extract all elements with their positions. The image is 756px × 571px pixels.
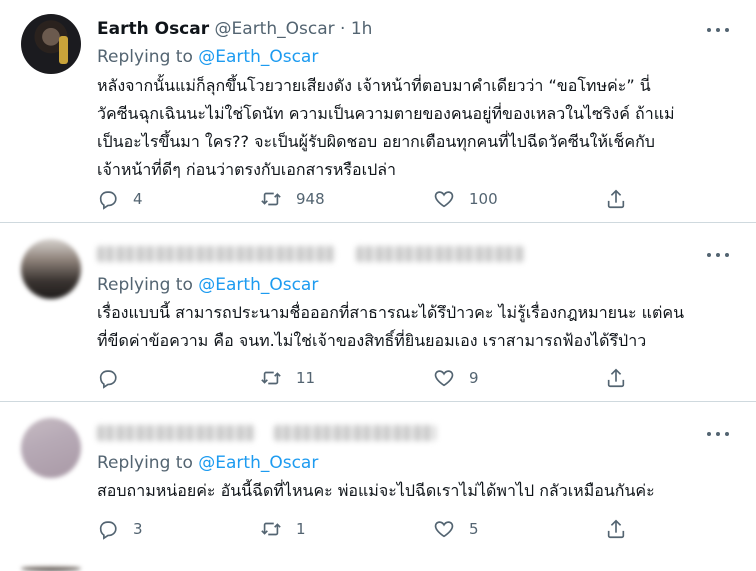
like-button[interactable]: 100 xyxy=(433,187,498,211)
avatar[interactable] xyxy=(21,418,81,478)
share-icon xyxy=(607,519,625,539)
blurred-display-name xyxy=(97,246,335,262)
avatar[interactable] xyxy=(21,239,81,299)
tweet-text-line: วัคซีนฉุกเฉินนะไม่ใช่โดนัท ความเป็นความต… xyxy=(97,104,675,123)
retweet-icon xyxy=(261,371,281,385)
reply-mention-link[interactable]: @Earth_Oscar xyxy=(198,453,318,473)
heart-icon xyxy=(434,370,454,387)
blurred-handle xyxy=(274,425,437,441)
tweet-text-line: สอบถามหน่อยค่ะ อันนี้ฉีดที่ไหนคะ พ่อแม่จ… xyxy=(97,481,655,500)
like-count: 100 xyxy=(469,190,498,208)
timestamp[interactable]: 1h xyxy=(351,19,373,39)
like-count: 9 xyxy=(469,369,479,387)
reply-icon xyxy=(99,370,117,389)
tweet-text-line: เป็นอะไรขึ้นมา ใคร?? จะเป็นผู้รับผิดชอบ … xyxy=(97,132,655,151)
blurred-handle xyxy=(356,246,525,262)
more-icon[interactable] xyxy=(706,245,732,265)
share-button[interactable] xyxy=(605,518,627,540)
retweet-icon xyxy=(261,522,281,536)
more-icon[interactable] xyxy=(706,20,732,40)
tweet-text: สอบถามหน่อยค่ะ อันนี้ฉีดที่ไหนคะ พ่อแม่จ… xyxy=(97,477,747,505)
heart-icon xyxy=(434,191,454,208)
retweet-icon xyxy=(261,192,281,206)
more-icon[interactable] xyxy=(706,424,732,444)
share-icon xyxy=(607,368,625,388)
tweet-text-line: หลังจากนั้นแม่ก็ลุกขึ้นโวยวายเสียงดัง เจ… xyxy=(97,76,651,95)
retweet-button[interactable]: 11 xyxy=(260,366,315,390)
share-icon xyxy=(607,189,625,209)
retweet-button[interactable]: 1 xyxy=(260,517,306,541)
tweet[interactable]: Earth Oscar @Earth_Oscar · 1h Replying t… xyxy=(0,0,756,222)
like-button[interactable]: 9 xyxy=(433,366,479,390)
tweet-text: เรื่องแบบนี้ สามารถประนามชื่อออกที่สาธาร… xyxy=(97,299,747,355)
tweet-text-line: เรื่องแบบนี้ สามารถประนามชื่อออกที่สาธาร… xyxy=(97,303,685,322)
reply-icon xyxy=(99,191,117,210)
replying-to-label: Replying to xyxy=(97,453,193,473)
user-handle[interactable]: @Earth_Oscar xyxy=(215,19,335,39)
retweet-count: 11 xyxy=(296,369,316,387)
reply-icon xyxy=(99,521,117,540)
avatar[interactable] xyxy=(21,14,81,74)
tweet-text: หลังจากนั้นแม่ก็ลุกขึ้นโวยวายเสียงดัง เจ… xyxy=(97,72,747,184)
reply-count: 4 xyxy=(133,190,143,208)
like-button[interactable]: 5 xyxy=(433,517,479,541)
display-name[interactable]: Earth Oscar xyxy=(97,19,209,39)
tweet[interactable]: Replying to @Earth_Oscar เรื่องแบบนี้ สา… xyxy=(0,223,756,401)
blurred-display-name xyxy=(97,425,255,441)
like-count: 5 xyxy=(469,520,479,538)
replying-to-label: Replying to xyxy=(97,47,193,67)
retweet-count: 1 xyxy=(296,520,306,538)
tweet-text-line: ที่ขีดค่าข้อความ คือ จนท.ไม่ใช่เจ้าของสิ… xyxy=(97,331,647,350)
share-button[interactable] xyxy=(605,188,627,210)
retweet-button[interactable]: 948 xyxy=(260,187,325,211)
heart-icon xyxy=(434,521,454,538)
retweet-count: 948 xyxy=(296,190,325,208)
reply-button[interactable] xyxy=(97,366,133,390)
reply-mention-link[interactable]: @Earth_Oscar xyxy=(198,47,318,67)
reply-count: 3 xyxy=(133,520,143,538)
reply-button[interactable]: 3 xyxy=(97,517,143,541)
reply-button[interactable]: 4 xyxy=(97,187,143,211)
reply-mention-link[interactable]: @Earth_Oscar xyxy=(198,275,318,295)
avatar[interactable] xyxy=(21,566,81,571)
share-button[interactable] xyxy=(605,367,627,389)
replying-to-label: Replying to xyxy=(97,275,193,295)
tweet-text-line: เจ้าหน้าที่ดีๆ ก่อนว่าตรงกับเอกสารหรือเป… xyxy=(97,160,397,179)
separator-dot: · xyxy=(340,19,346,39)
tweet[interactable]: Replying to @Earth_Oscar สอบถามหน่อยค่ะ … xyxy=(0,402,756,571)
